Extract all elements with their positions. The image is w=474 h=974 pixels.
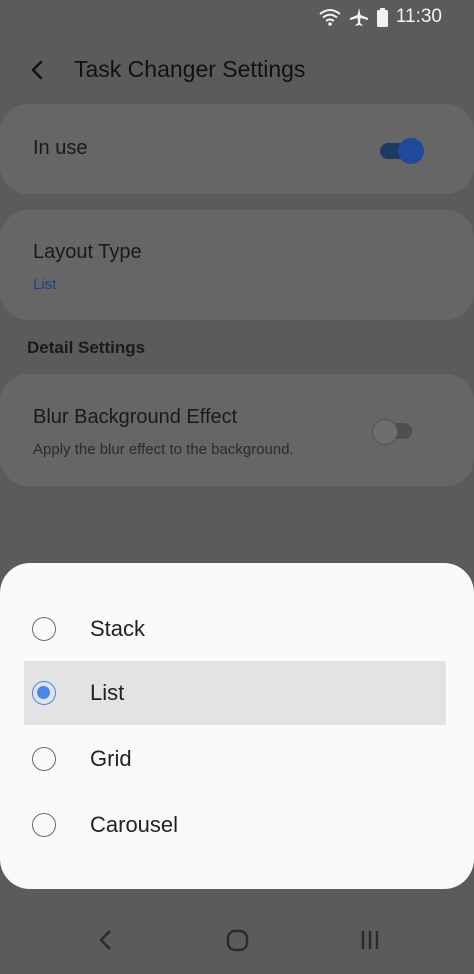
option-label: Carousel (90, 812, 179, 837)
navigation-bar (0, 902, 474, 974)
layout-type-row[interactable]: Layout Type List (0, 210, 474, 320)
option-label: Stack (90, 616, 146, 641)
status-bar: 11:30 (0, 0, 474, 34)
nav-back-button[interactable] (86, 922, 126, 958)
option-label: Grid (90, 746, 132, 771)
layout-type-value: List (33, 276, 57, 293)
toggle-thumb (398, 138, 424, 164)
in-use-row[interactable]: In use (0, 104, 474, 194)
nav-back-icon (99, 930, 111, 950)
back-button[interactable] (22, 54, 54, 86)
wifi-icon (319, 8, 341, 26)
radio-unchecked-icon[interactable] (32, 813, 56, 837)
nav-home-icon (226, 929, 249, 952)
blur-background-description: Apply the blur effect to the background. (33, 441, 294, 458)
battery-icon (376, 7, 388, 27)
blur-background-toggle[interactable] (372, 418, 416, 445)
nav-recents-icon (361, 931, 379, 949)
in-use-label: In use (33, 137, 88, 159)
page-title: Task Changer Settings (74, 56, 306, 82)
radio-unchecked-icon[interactable] (32, 617, 56, 641)
detail-settings-header: Detail Settings (27, 338, 146, 357)
option-list[interactable]: List (24, 661, 446, 725)
status-time: 11:30 (395, 6, 442, 27)
layout-type-label: Layout Type (33, 241, 142, 263)
layout-type-sheet: Stack List Grid Carousel (0, 563, 474, 889)
option-label: List (90, 680, 125, 705)
blur-background-row[interactable]: Blur Background Effect Apply the blur ef… (0, 374, 474, 486)
toggle-thumb (372, 419, 398, 445)
blur-background-label: Blur Background Effect (33, 406, 238, 428)
option-stack[interactable]: Stack (24, 597, 446, 661)
nav-home-button[interactable] (217, 922, 257, 958)
airplane-mode-icon (349, 7, 369, 27)
nav-recents-button[interactable] (350, 922, 390, 958)
app-header: Task Changer Settings (0, 48, 474, 92)
option-grid[interactable]: Grid (24, 727, 446, 791)
radio-checked-icon[interactable] (32, 681, 56, 705)
radio-unchecked-icon[interactable] (32, 747, 56, 771)
chevron-left-icon (31, 60, 43, 80)
option-carousel[interactable]: Carousel (24, 793, 446, 857)
in-use-toggle[interactable] (380, 138, 424, 164)
